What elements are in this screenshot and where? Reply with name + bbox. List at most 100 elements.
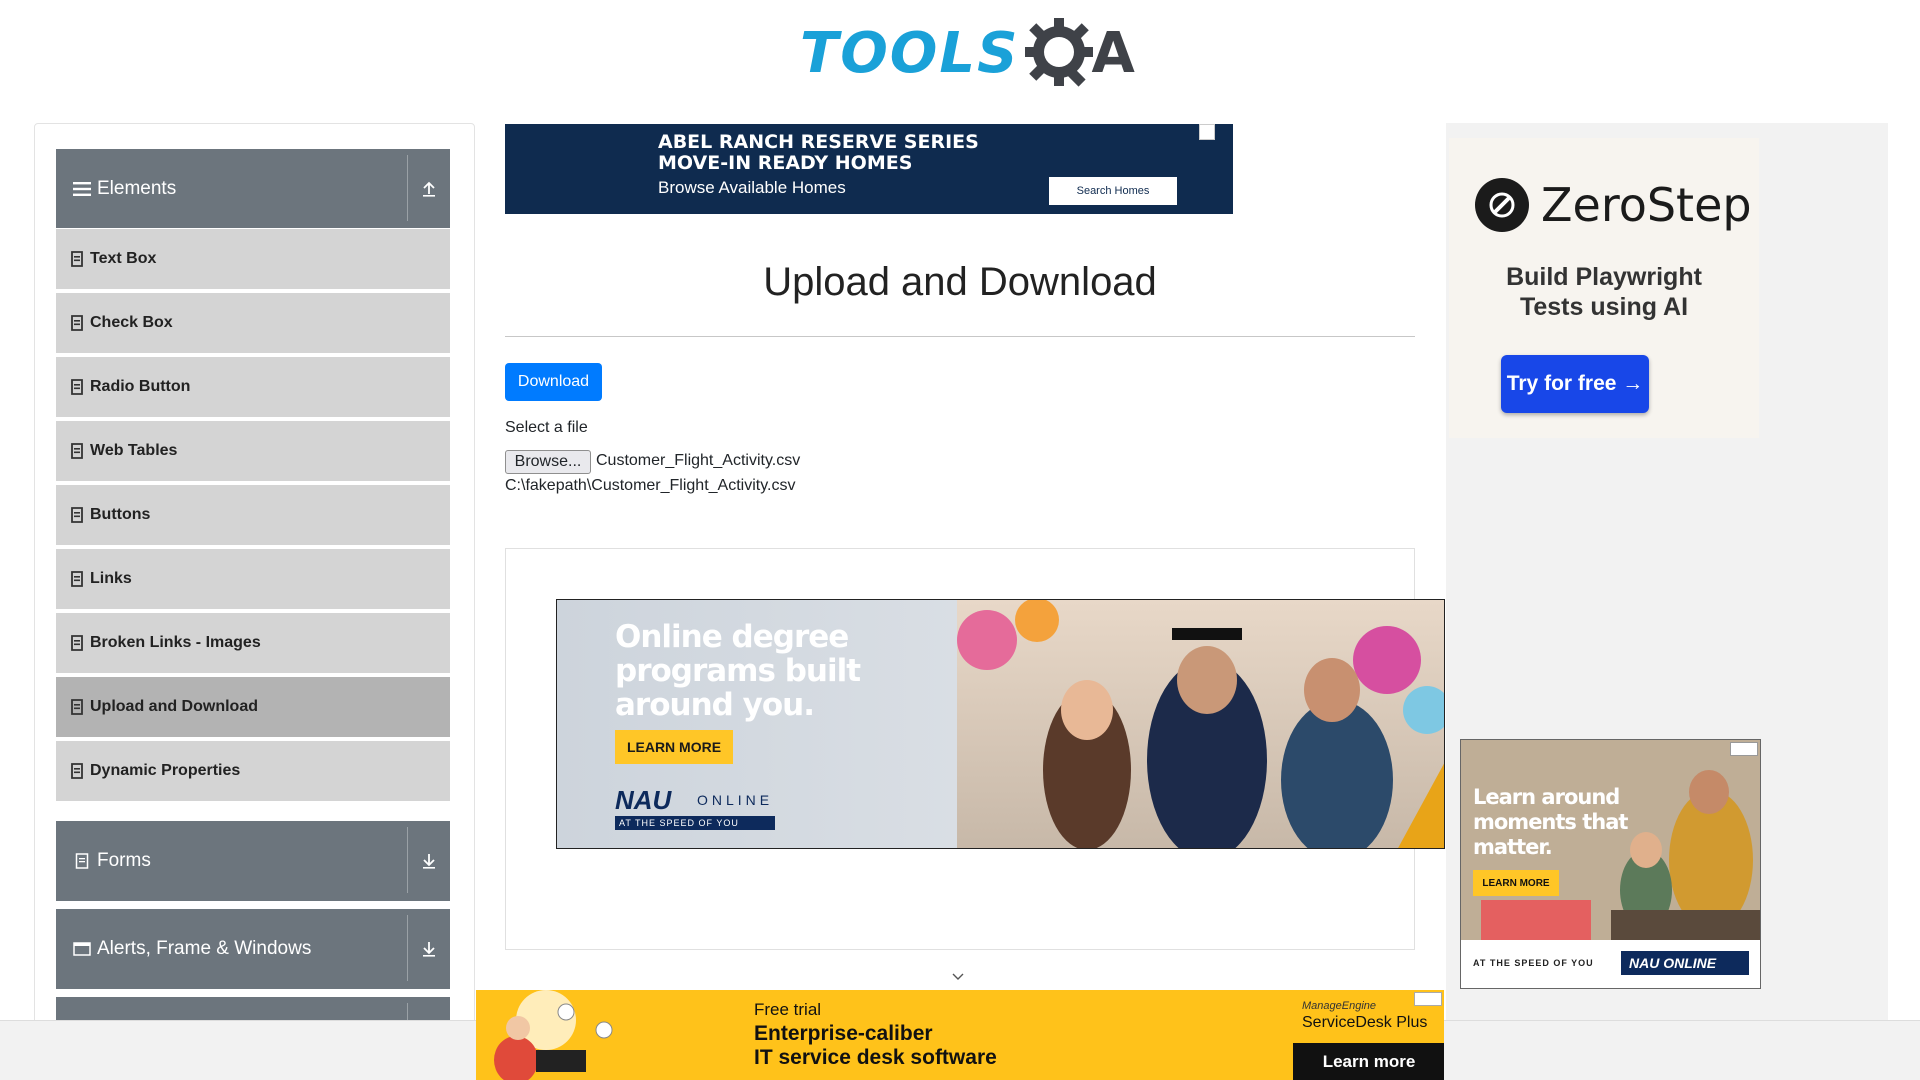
sidebar-item-label: Check Box [90,314,173,331]
divider [505,336,1415,337]
zerostep-logo: ZeroStep [1475,178,1752,232]
ad-learn-more-button[interactable]: LEARN MORE [1473,870,1559,896]
ad-headline-line: ABEL RANCH RESERVE SERIES [658,131,979,153]
group-label: Elements [97,177,177,199]
ad-subtitle: Build Playwright Tests using AI [1449,262,1759,322]
ad-tagline: AT THE SPEED OF YOU [615,816,775,830]
file-icon [71,635,83,651]
collapse-arrow-icon[interactable] [416,176,442,202]
file-icon [71,571,83,587]
page: TOOLS A Elements Text Box Check Box Radi… [0,0,1920,1080]
chevron-down-icon[interactable] [951,970,965,984]
ad-subtitle-line: Build Playwright [1506,263,1702,291]
file-icon [71,763,83,779]
browse-button[interactable]: Browse... [505,450,591,474]
ad-free-trial: Free trial [754,1000,822,1019]
group-alerts-frame-windows[interactable]: Alerts, Frame & Windows [56,909,450,989]
ad-headline-line: around you. [615,687,815,723]
form-icon [71,850,93,872]
ad-headline-line: programs built [615,653,861,689]
file-icon [71,379,83,395]
ad-headline-line: IT service desk software [754,1046,997,1069]
ad-tagline: AT THE SPEED OF YOU [1473,958,1594,968]
ad-headline: Enterprise-caliber IT service desk softw… [754,1022,997,1070]
logo-text-a: A [1091,20,1135,86]
sidebar-item-label: Broken Links - Images [90,634,261,651]
zerostep-mark-icon [1475,178,1529,232]
sidebar-item-dynamic-properties[interactable]: Dynamic Properties [56,741,450,803]
bottom-banner-ad[interactable]: Free trial Enterprise-caliber IT service… [476,990,1444,1080]
ad-headline-line: Enterprise-caliber [754,1022,933,1045]
ad-search-homes-button[interactable]: Search Homes [1049,177,1177,205]
sidebar-item-web-tables[interactable]: Web Tables [56,421,450,483]
toolsqa-logo[interactable]: TOOLS A [800,14,1135,92]
close-ad-icon[interactable] [1414,992,1442,1006]
divider [407,827,408,893]
top-banner-ad[interactable]: ABEL RANCH RESERVE SERIES MOVE-IN READY … [505,124,1233,214]
expand-arrow-icon[interactable] [416,936,442,962]
left-sidebar: Elements Text Box Check Box Radio Button… [34,123,475,1080]
adchoices-icon[interactable] [1199,124,1215,140]
ad-subtext: Browse Available Homes [658,178,846,197]
ad-subtitle-line: Tests using AI [1519,293,1689,321]
zerostep-name: ZeroStep [1541,178,1752,232]
close-ad-icon[interactable] [1730,742,1758,756]
group-label: Alerts, Frame & Windows [97,938,312,959]
divider [407,915,408,981]
hamburger-icon [71,178,93,200]
ad-illustration [476,990,626,1080]
sidebar-item-check-box[interactable]: Check Box [56,293,450,355]
sidebar-item-radio-button[interactable]: Radio Button [56,357,450,419]
file-icon [71,315,83,331]
logo-text-tools: TOOLS [800,20,1020,86]
sidebar-item-text-box[interactable]: Text Box [56,229,450,291]
ad-brand: ServiceDesk Plus [1302,1014,1428,1031]
group-forms[interactable]: Forms [56,821,450,901]
sidebar-item-label: Upload and Download [90,698,258,715]
ad-headline: Learn around moments that matter. [1473,785,1628,860]
nau-logo: NAU [615,785,672,815]
ad-headline-line: MOVE-IN READY HOMES [658,152,913,174]
ad-photo [957,600,1444,848]
ad-headline-line: matter. [1473,835,1553,859]
ad-learn-more-button[interactable]: LEARN MORE [615,730,733,764]
sidebar-item-buttons[interactable]: Buttons [56,485,450,547]
nau-logo: NAU ONLINE [1621,951,1749,975]
sidebar-item-label: Links [90,570,132,587]
uploaded-file-path: C:\fakepath\Customer_Flight_Activity.csv [505,477,796,494]
try-for-free-button[interactable]: Try for free → [1501,355,1649,413]
ad-headline-line: moments that [1473,810,1628,834]
ad-headline-line: Online degree [615,619,849,655]
window-icon [71,938,93,960]
file-icon [71,443,83,459]
select-file-label: Select a file [505,419,588,436]
sidebar-item-label: Web Tables [90,442,178,459]
nau-side-ad[interactable]: Learn around moments that matter. LEARN … [1460,739,1761,989]
sidebar-item-label: Radio Button [90,378,191,395]
zerostep-ad[interactable]: ZeroStep Build Playwright Tests using AI… [1449,138,1759,438]
ad-headline: ABEL RANCH RESERVE SERIES MOVE-IN READY … [658,132,979,174]
file-icon [71,699,83,715]
download-button[interactable]: Download [505,363,602,401]
nau-online-text: ONLINE [697,792,774,808]
expand-arrow-icon[interactable] [416,848,442,874]
sidebar-item-upload-download[interactable]: Upload and Download [56,677,450,739]
sidebar-item-links[interactable]: Links [56,549,450,611]
divider [407,155,408,221]
group-label: Forms [97,850,151,871]
gear-magnifier-icon [1023,16,1097,90]
ad-headline: Online degree programs built around you. [615,619,861,723]
ad-footer-bar: AT THE SPEED OF YOU NAU ONLINE [1461,940,1760,988]
sidebar-item-label: Buttons [90,506,151,523]
sidebar-item-label: Text Box [90,250,157,267]
group-elements[interactable]: Elements [56,149,450,228]
file-icon [71,251,83,267]
sidebar-item-broken-links[interactable]: Broken Links - Images [56,613,450,675]
ad-learn-more-button[interactable]: Learn more [1293,1043,1444,1080]
sidebar-item-label: Dynamic Properties [90,762,241,779]
nau-banner-ad[interactable]: Online degree programs built around you.… [556,599,1445,849]
ad-brand-top: ManageEngine [1302,1000,1377,1012]
selected-file-name: Customer_Flight_Activity.csv [596,452,801,469]
page-title: Upload and Download [763,260,1157,304]
file-icon [71,507,83,523]
